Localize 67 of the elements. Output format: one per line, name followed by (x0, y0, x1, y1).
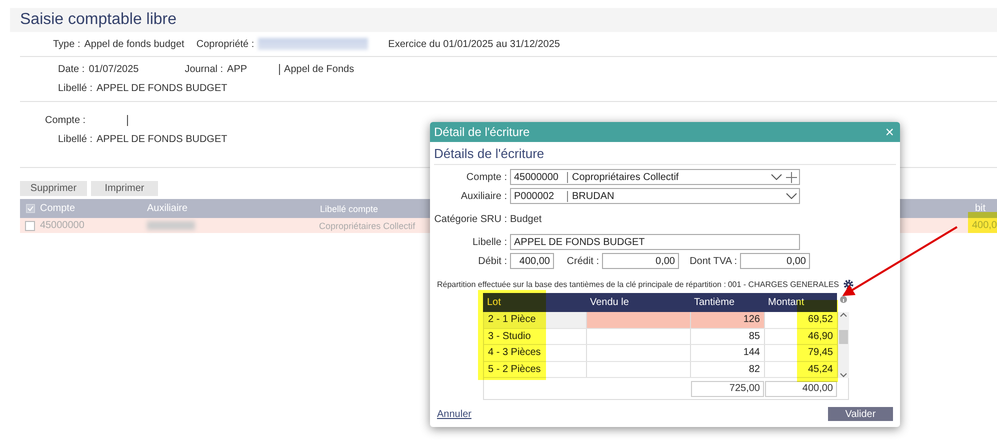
field-value: 01/07/2025 (88, 64, 140, 75)
field-label: Copropriété : (196, 38, 254, 50)
field-label: Dont TVA : (688, 256, 737, 266)
select-field[interactable]: 45000000 Copropriétaires Collectif (510, 169, 800, 185)
validate-button[interactable]: Valider (828, 407, 893, 421)
column-header: bit (975, 203, 986, 214)
grid-cell: 82 (691, 362, 765, 377)
field-label: Auxiliaire : (460, 190, 507, 202)
select-field[interactable]: P000002 BRUDAN (510, 188, 800, 204)
dialog-title: Détail de l'écriture (434, 125, 530, 139)
input-field[interactable]: 0,00 (740, 253, 810, 269)
section-heading: Détails de l'écriture (434, 146, 896, 165)
scrollbar[interactable] (838, 312, 849, 378)
column-header: Vendu le (589, 297, 630, 308)
row-checkbox[interactable] (24, 220, 35, 230)
page-title: Saisie comptable libre (10, 8, 997, 32)
column-header: Tantième (693, 297, 736, 308)
field-label: Débit : (477, 256, 507, 266)
field-value: Appel de fonds budget (84, 38, 184, 50)
table-cell: 45000000 (40, 220, 84, 231)
grid-cell: 144 (691, 345, 765, 360)
check-icon (26, 204, 34, 213)
grid-cell: 85 (691, 328, 765, 344)
column-header: Lot (486, 297, 502, 308)
field-label: Journal : (184, 64, 224, 75)
field-label: Libelle : (472, 236, 507, 248)
period-text: Exercice du 01/01/2025 au 31/12/2025 (388, 38, 560, 50)
scroll-thumb[interactable] (839, 330, 848, 344)
action-button[interactable]: Imprimer (91, 181, 158, 196)
column-header: Montant (767, 297, 806, 308)
column-header: Compte (40, 203, 76, 214)
action-button[interactable]: Supprimer (20, 181, 87, 196)
gear-icon[interactable] (843, 279, 854, 290)
input-field[interactable]: 400,00 (510, 253, 554, 269)
field-value: Appel de Fonds (284, 64, 354, 75)
chevron-up-icon (840, 312, 847, 317)
plus-icon[interactable] (786, 172, 797, 182)
field-label: Libellé : (58, 134, 92, 145)
field-value: APP (227, 64, 248, 75)
field-label: Catégorie SRU : (433, 214, 507, 224)
field-label: Crédit : (566, 256, 599, 266)
grid-cell: 126 (691, 312, 765, 328)
chevron-down-icon (840, 373, 847, 378)
field-label: Compte : (45, 115, 87, 126)
chevron-down-icon (786, 193, 797, 199)
table-cell: Copropriétaires Collectif (319, 220, 416, 230)
cancel-link[interactable]: Annuler (437, 408, 472, 420)
chevron-down-icon (771, 174, 782, 180)
info-icon (840, 296, 847, 303)
field-label: Libellé : (58, 83, 92, 94)
blurred-text (146, 221, 195, 230)
highlight-mark (968, 212, 997, 233)
input-field[interactable]: 0,00 (602, 253, 679, 269)
field-value: Budget (510, 214, 542, 224)
table-cell: 400,0 (972, 220, 997, 231)
distribution-text: Répartition effectuée sur la base des tantièmes de la clé principale de répartition : (437, 280, 726, 289)
column-header: Libellé compte (320, 204, 378, 214)
field-value: APPEL DE FONDS BUDGET (96, 83, 228, 94)
distribution-key: 001 - CHARGES GENERALES (728, 280, 839, 289)
column-header: Auxiliaire (147, 203, 188, 214)
text-cursor (127, 115, 128, 126)
field-label: Date : (58, 64, 85, 75)
field-label: Compte : (465, 172, 507, 182)
field-value: APPEL DE FONDS BUDGET (96, 134, 228, 145)
total-field: 725,00 (691, 380, 764, 396)
field-label: Type : (53, 38, 80, 50)
input-field[interactable]: APPEL DE FONDS BUDGET (510, 234, 800, 250)
